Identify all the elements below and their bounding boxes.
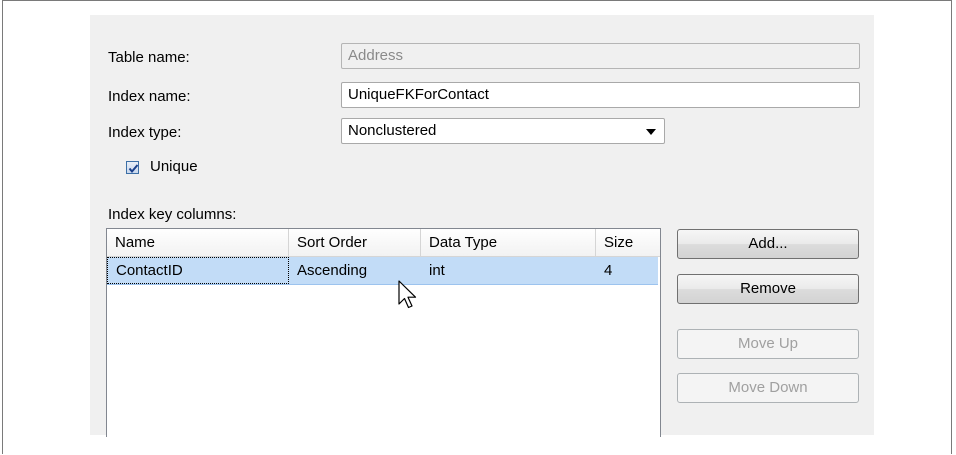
table-name-label: Table name:: [108, 49, 190, 66]
column-header-size[interactable]: Size: [596, 229, 658, 256]
table-name-field: Address: [341, 43, 860, 69]
table-row[interactable]: ContactID Ascending int 4: [107, 257, 658, 285]
unique-label: Unique: [150, 158, 198, 175]
index-name-label: Index name:: [108, 88, 191, 105]
column-header-data-type[interactable]: Data Type: [421, 229, 596, 256]
cell-size[interactable]: 4: [596, 257, 658, 284]
index-name-input[interactable]: UniqueFKForContact: [341, 82, 860, 108]
remove-button[interactable]: Remove: [677, 274, 859, 304]
cell-data-type[interactable]: int: [421, 257, 596, 284]
dropdown-arrow-icon: [646, 129, 656, 135]
add-button[interactable]: Add...: [677, 229, 859, 259]
move-up-button[interactable]: Move Up: [677, 329, 859, 359]
move-down-button[interactable]: Move Down: [677, 373, 859, 403]
unique-checkbox[interactable]: [126, 161, 139, 174]
index-type-label: Index type:: [108, 124, 182, 141]
column-header-name[interactable]: Name: [107, 229, 289, 256]
grid-header: Name Sort Order Data Type Size: [107, 229, 660, 257]
column-header-sort-order[interactable]: Sort Order: [289, 229, 421, 256]
index-key-columns-grid[interactable]: Name Sort Order Data Type Size ContactID…: [106, 228, 661, 437]
checkmark-icon: [128, 164, 139, 174]
index-key-columns-label: Index key columns:: [108, 206, 237, 223]
index-type-value: Nonclustered: [348, 122, 437, 139]
index-type-dropdown[interactable]: Nonclustered: [341, 118, 665, 144]
cell-name[interactable]: ContactID: [107, 257, 289, 284]
mouse-pointer-icon: [398, 280, 417, 309]
